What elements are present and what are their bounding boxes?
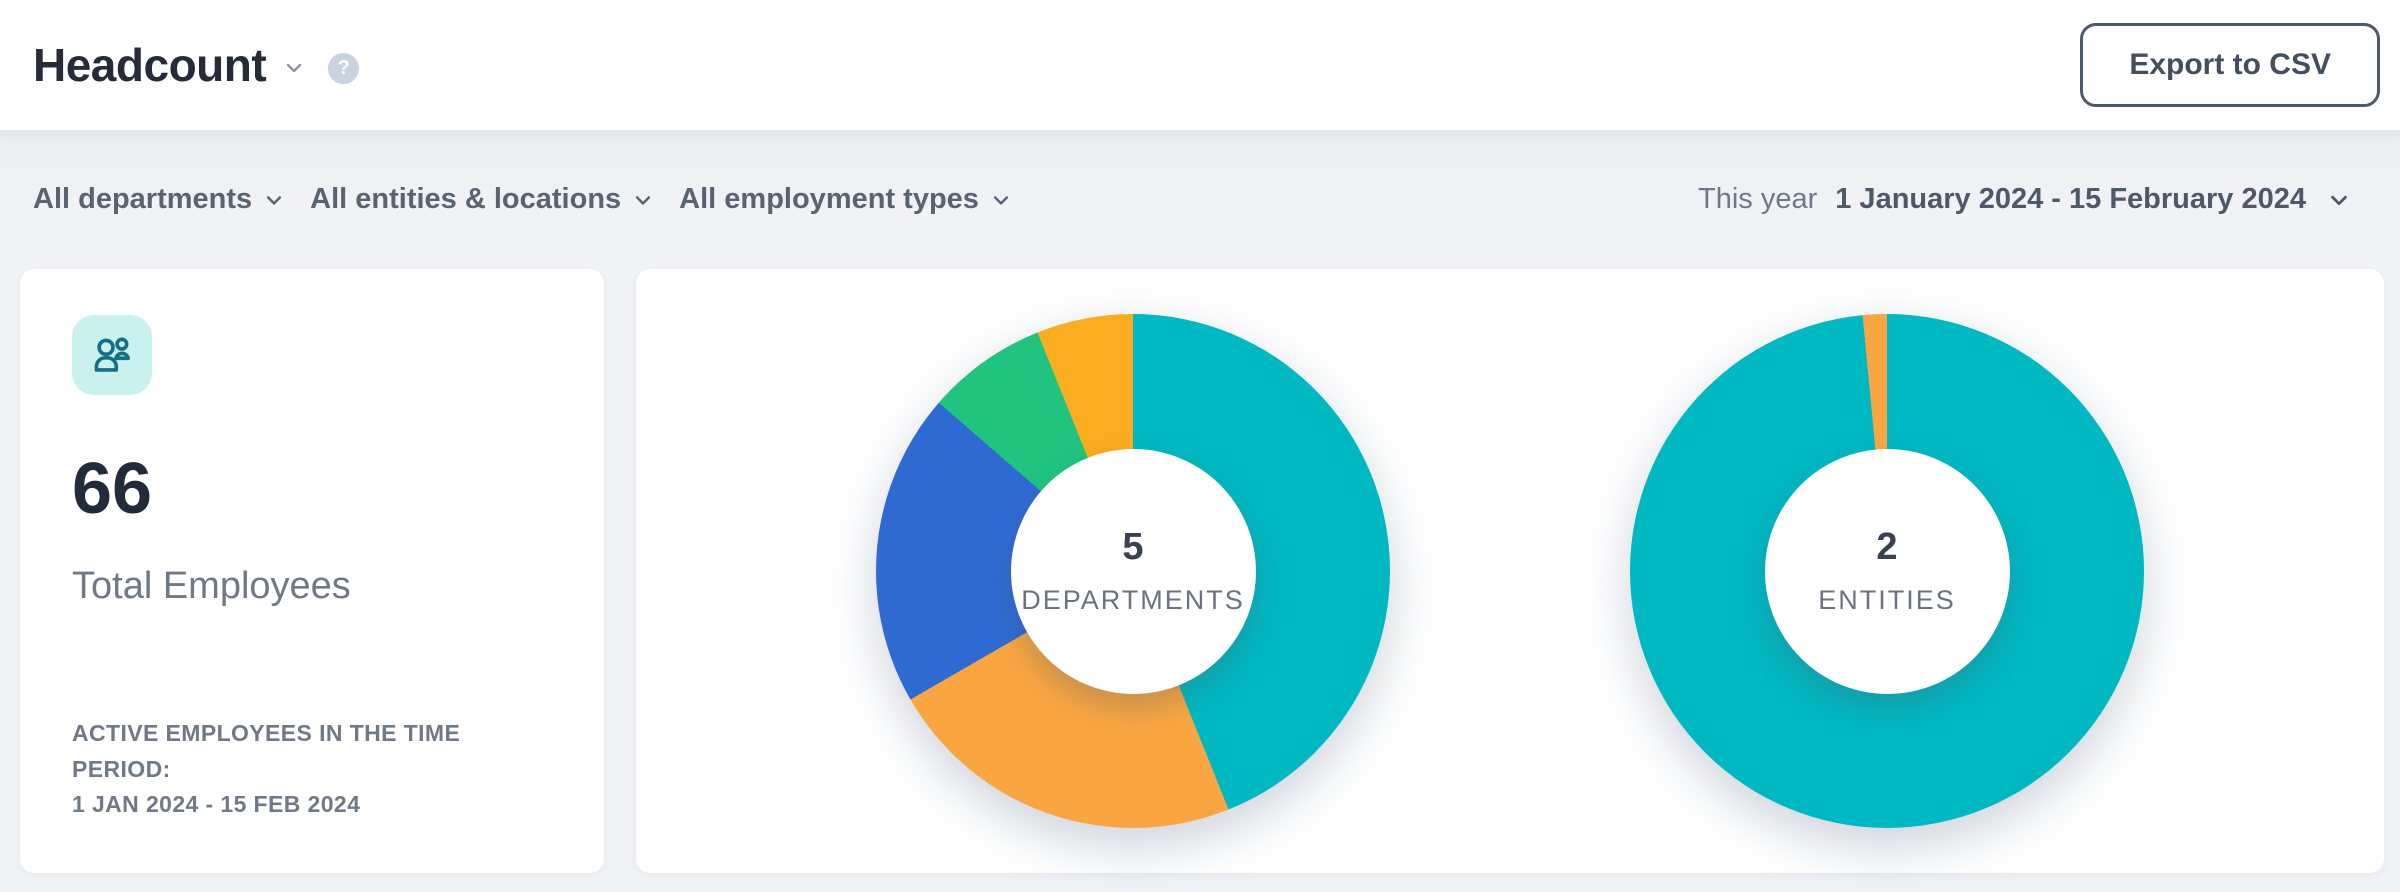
filter-employment-types-label: All employment types <box>679 183 979 215</box>
total-employees-value: 66 <box>72 449 153 529</box>
charts-panel: 5 DEPARTMENTS 2 ENTITIES <box>636 269 2384 873</box>
people-icon <box>72 315 152 395</box>
footnote-line-1: Active employees in the time period: <box>72 720 461 782</box>
main-content: 66 Total Employees Active employees in t… <box>0 269 2400 873</box>
period-preset-label: This year <box>1697 183 1818 215</box>
date-range-picker[interactable]: This year 1 January 2024 - 15 February 2… <box>1698 183 2350 216</box>
entities-label: ENTITIES <box>1818 585 1956 615</box>
total-employees-label: Total Employees <box>72 565 351 607</box>
active-employees-footnote: Active employees in the time period: 1 J… <box>72 716 554 823</box>
period-value: 1 January 2024 - 15 February 2024 <box>1835 183 2306 215</box>
total-employees-card: 66 Total Employees Active employees in t… <box>20 269 604 873</box>
chevron-down-icon <box>993 195 1009 205</box>
chevron-down-icon <box>2331 195 2347 205</box>
page-header: Headcount ? Export to CSV <box>0 0 2400 130</box>
departments-label: DEPARTMENTS <box>1021 585 1245 615</box>
filter-entities-locations-label: All entities & locations <box>310 183 622 215</box>
footnote-line-2: 1 Jan 2024 - 15 Feb 2024 <box>72 791 361 818</box>
page-title: Headcount <box>33 39 267 91</box>
filter-departments-label: All departments <box>33 183 253 215</box>
filter-entities-locations[interactable]: All entities & locations <box>310 183 653 216</box>
departments-donut-chart: 5 DEPARTMENTS <box>876 314 1390 828</box>
departments-donut-center: 5 DEPARTMENTS <box>1010 448 1256 694</box>
entities-count: 2 <box>1876 526 1898 568</box>
chevron-down-icon[interactable] <box>282 56 306 85</box>
help-icon[interactable]: ? <box>328 52 360 84</box>
filter-employment-types[interactable]: All employment types <box>679 183 1011 216</box>
entities-donut-center: 2 ENTITIES <box>1764 448 2010 694</box>
departments-count: 5 <box>1122 526 1144 568</box>
filter-departments[interactable]: All departments <box>33 183 284 216</box>
filter-bar: All departments All entities & locations… <box>0 130 2400 269</box>
filters-group: All departments All entities & locations… <box>33 183 1011 216</box>
entities-donut-chart: 2 ENTITIES <box>1630 314 2144 828</box>
title-group: Headcount ? <box>33 38 2080 92</box>
export-csv-button[interactable]: Export to CSV <box>2080 23 2380 107</box>
chevron-down-icon <box>636 195 651 205</box>
chevron-down-icon <box>267 195 282 205</box>
